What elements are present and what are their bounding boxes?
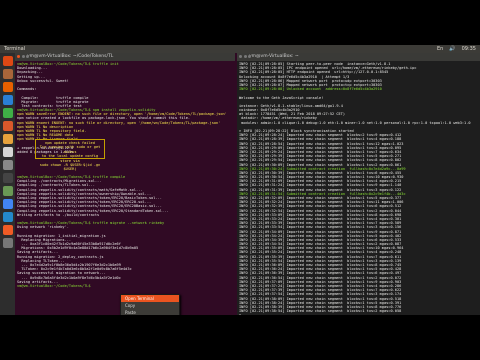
terminal-line: modules: admin:1.0 clique:1.0 debug:1.0 …: [239, 120, 471, 125]
code-icon[interactable]: [2, 212, 13, 222]
libreoffice-calc-icon[interactable]: [2, 108, 13, 118]
text-editor-icon[interactable]: [2, 186, 13, 196]
maximize-icon[interactable]: [26, 55, 29, 58]
desktop-screen: Terminal En 🔊 09:35 vm@vm-VirtualBox: ~/…: [0, 45, 480, 315]
terminal-icon[interactable]: [2, 173, 13, 183]
terminal-title: vm@vm-VirtualBox: ~: [249, 54, 299, 59]
terminal-line: >: [239, 313, 478, 315]
maximize-icon[interactable]: [248, 55, 251, 58]
context-menu-item[interactable]: Copy: [121, 302, 179, 309]
terminal-titlebar[interactable]: vm@vm-VirtualBox: ~: [237, 53, 480, 61]
firefox-icon[interactable]: [2, 82, 13, 92]
context-menu-item[interactable]: Open Terminal: [121, 295, 179, 302]
active-window-title: Terminal: [4, 46, 26, 52]
terminal-window-left[interactable]: vm@vm-VirtualBox: ~/Code/Tokens/TL vm@vm…: [15, 53, 235, 315]
minimize-icon[interactable]: [243, 55, 247, 58]
warning-line: to the local update config store via: [41, 154, 99, 163]
clock[interactable]: 09:35: [462, 45, 476, 53]
close-icon[interactable]: [239, 55, 242, 58]
minimize-icon[interactable]: [21, 55, 25, 58]
sound-indicator[interactable]: 🔊: [449, 45, 455, 53]
keyboard-indicator[interactable]: En: [437, 45, 443, 53]
terminal-line: vm@vm-VirtualBox:~/Code/Tokens/TL$: [17, 283, 93, 288]
chrome-icon[interactable]: [2, 199, 13, 209]
warning-line: Try running with sudo or get access: [39, 145, 101, 154]
libreoffice-impress-icon[interactable]: [2, 121, 13, 131]
system-indicators[interactable]: En 🔊 09:35: [437, 45, 476, 53]
settings-icon[interactable]: [2, 160, 13, 170]
terminal-titlebar[interactable]: vm@vm-VirtualBox: ~/Code/Tokens/TL: [15, 53, 235, 61]
launcher: [0, 53, 15, 315]
terminal-title: vm@vm-VirtualBox: ~/Code/Tokens/TL: [27, 54, 114, 59]
warning-line: sudo chown -R $USER:$(id -gn $USER): [39, 163, 101, 172]
files-icon[interactable]: [2, 69, 13, 79]
terminal-output[interactable]: vm@vm-VirtualBox:~/Code/Tokens/TL$ truff…: [15, 61, 235, 289]
trash-icon[interactable]: [2, 238, 13, 248]
context-menu-item[interactable]: Paste: [121, 309, 179, 315]
close-icon[interactable]: [17, 55, 20, 58]
amazon-icon[interactable]: [2, 147, 13, 157]
libreoffice-writer-icon[interactable]: [2, 95, 13, 105]
software-center-icon[interactable]: [2, 134, 13, 144]
context-menu[interactable]: Open TerminalCopyPasteProfilesRead-OnlyP…: [120, 294, 180, 315]
npm-warning-box: npm update check failed Try running with…: [35, 139, 105, 171]
dash-icon[interactable]: [2, 56, 13, 66]
postman-icon[interactable]: [2, 225, 13, 235]
top-panel: Terminal En 🔊 09:35: [0, 45, 480, 53]
terminal-window-right[interactable]: vm@vm-VirtualBox: ~ INFO [02-21|09:28:05…: [237, 53, 480, 315]
terminal-output[interactable]: INFO [02-21|09:28:05] Starting peer-to-p…: [237, 61, 480, 315]
